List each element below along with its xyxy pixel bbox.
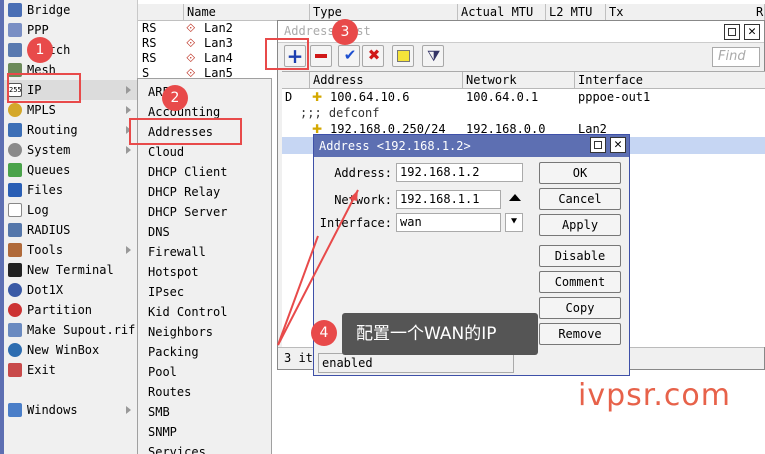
arrow-head-icon bbox=[349, 190, 358, 201]
arrow-line-interface bbox=[277, 235, 319, 346]
watermark: ivpsr.com bbox=[578, 378, 731, 413]
annotation-callout: 配置一个WAN的IP bbox=[342, 313, 538, 355]
